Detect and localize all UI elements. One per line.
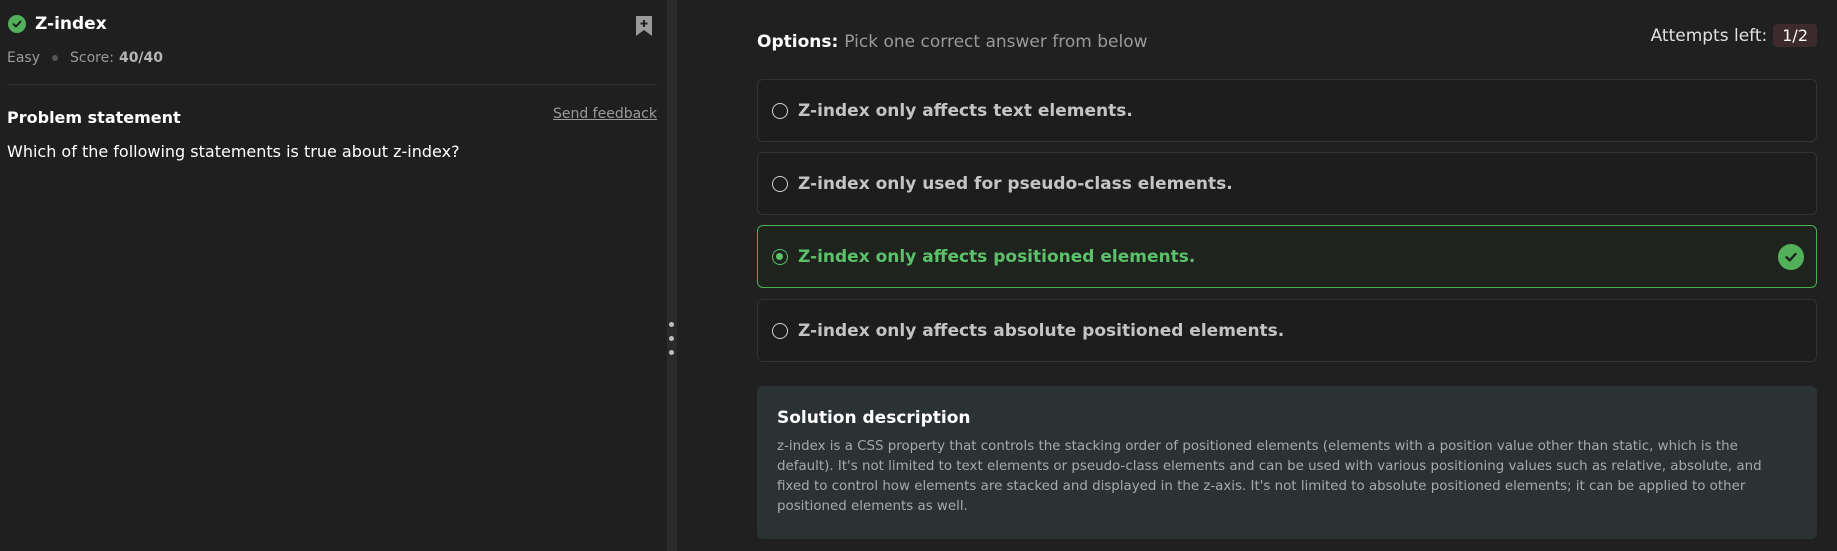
score-label: Score:	[70, 50, 114, 66]
radio-button[interactable]	[772, 322, 788, 339]
answer-option-label: Z-index only affects text elements.	[798, 100, 1133, 121]
attempts-badge: 1/2	[1773, 24, 1817, 47]
radio-button-selected[interactable]	[772, 248, 788, 265]
header-divider	[7, 84, 657, 85]
answer-option[interactable]: Z-index only affects text elements.	[757, 79, 1817, 142]
drag-handle-dot	[669, 336, 674, 341]
options-panel: Options: Pick one correct answer from bel…	[677, 0, 1837, 551]
drag-handle-dot	[669, 322, 674, 327]
correct-check-icon	[1778, 244, 1804, 270]
answer-option[interactable]: Z-index only affects absolute positioned…	[757, 299, 1817, 362]
problem-panel: Z-index Easy Score: 40/40 Problem statem…	[0, 0, 667, 551]
solution-description-box: Solution description z-index is a CSS pr…	[757, 386, 1817, 539]
problem-title: Z-index	[35, 14, 107, 34]
answer-option-label: Z-index only affects absolute positioned…	[798, 320, 1285, 341]
app-root: Z-index Easy Score: 40/40 Problem statem…	[0, 0, 1837, 551]
options-heading: Options: Pick one correct answer from bel…	[757, 32, 1148, 52]
answer-option-label: Z-index only used for pseudo-class eleme…	[798, 173, 1233, 194]
options-heading-bold: Options:	[757, 32, 839, 52]
drag-handle-icon[interactable]	[669, 322, 674, 355]
problem-header: Z-index	[8, 14, 107, 34]
problem-meta: Easy Score: 40/40	[7, 50, 163, 66]
radio-button[interactable]	[772, 102, 788, 119]
send-feedback-link[interactable]: Send feedback	[553, 106, 657, 122]
answer-option-selected[interactable]: Z-index only affects positioned elements…	[757, 225, 1817, 288]
question-text: Which of the following statements is tru…	[7, 142, 460, 161]
solution-title: Solution description	[777, 408, 971, 428]
radio-button[interactable]	[772, 175, 788, 192]
panel-splitter[interactable]	[667, 0, 677, 551]
drag-handle-dot	[669, 350, 674, 355]
difficulty-label: Easy	[7, 50, 41, 66]
problem-statement-heading: Problem statement	[7, 108, 181, 127]
bookmark-add-icon[interactable]	[634, 14, 654, 38]
score-value: 40/40	[118, 50, 164, 66]
attempts-indicator: Attempts left: 1/2	[1651, 24, 1817, 47]
check-circle-icon	[8, 15, 26, 33]
meta-separator-dot	[52, 55, 59, 61]
answer-option[interactable]: Z-index only used for pseudo-class eleme…	[757, 152, 1817, 215]
answer-option-label: Z-index only affects positioned elements…	[798, 246, 1196, 267]
attempts-label: Attempts left:	[1650, 25, 1768, 46]
solution-text: z-index is a CSS property that controls …	[777, 439, 1762, 514]
options-heading-hint: Pick one correct answer from below	[844, 32, 1148, 52]
